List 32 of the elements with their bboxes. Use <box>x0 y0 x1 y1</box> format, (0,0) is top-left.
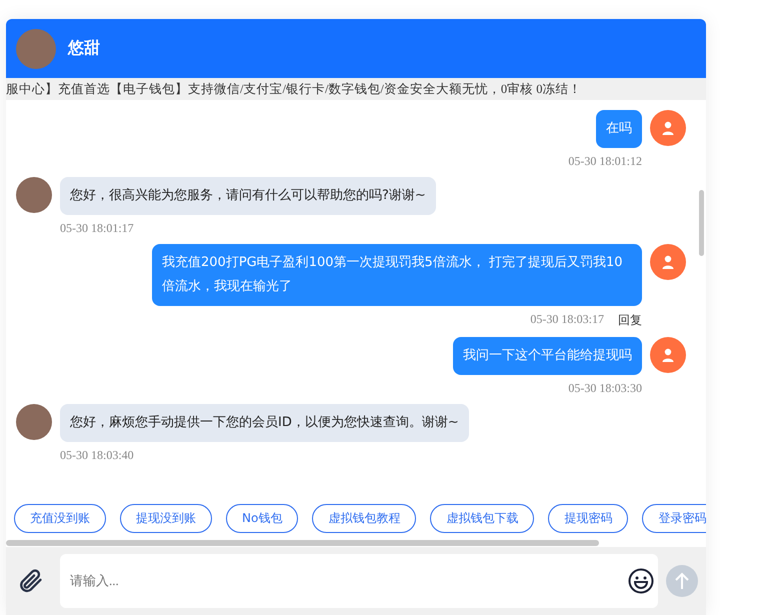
send-button[interactable] <box>666 565 698 597</box>
message-bubble: 我充值200打PG电子盈利100第一次提现罚我5倍流水， 打完了提现后又罚我10倍流水，我现在输光了 <box>152 244 642 306</box>
quick-reply-button[interactable]: 充值没到账 <box>14 504 106 533</box>
message-time: 05-30 18:03:40 <box>60 448 134 463</box>
emoji-icon[interactable] <box>628 568 654 594</box>
notice-text: 服中心】充值首选【电子钱包】支持微信/支付宝/银行卡/数字钱包/资金安全大额无忧，0审核 0冻结！ <box>6 82 582 96</box>
quick-reply-button[interactable]: 提现没到账 <box>120 504 212 533</box>
message-time: 05-30 18:03:17 <box>530 312 604 328</box>
person-icon <box>660 254 676 270</box>
message-time: 05-30 18:03:30 <box>568 381 642 396</box>
quick-reply-button[interactable]: No钱包 <box>226 504 298 533</box>
quick-reply-button[interactable]: 虚拟钱包下载 <box>430 504 534 533</box>
message-time: 05-30 18:01:17 <box>60 221 134 236</box>
person-icon <box>660 120 676 136</box>
arrow-up-icon <box>674 572 690 590</box>
quick-reply-button[interactable]: 提现密码 <box>548 504 628 533</box>
message-time: 05-30 18:01:12 <box>568 154 642 169</box>
quick-reply-button[interactable]: 登录密码 <box>642 504 706 533</box>
message-bubble: 我问一下这个平台能给提现吗 <box>453 337 642 375</box>
message-bubble: 您好，很高兴能为您服务，请问有什么可以帮助您的吗?谢谢~ <box>60 177 436 215</box>
agent-avatar <box>16 404 52 440</box>
message-bubble: 您好，麻烦您手动提供一下您的会员ID，以便为您快速查询。谢谢~ <box>60 404 469 442</box>
message-input[interactable]: 请输入... <box>60 554 658 608</box>
reply-link[interactable]: 回复 <box>618 312 642 329</box>
agent-avatar <box>16 177 52 213</box>
scrollbar-thumb[interactable] <box>6 540 599 546</box>
message-bubble: 在吗 <box>596 110 642 148</box>
agent-avatar <box>16 28 56 68</box>
quick-reply-button[interactable]: 虚拟钱包教程 <box>312 504 416 533</box>
scrollbar-thumb[interactable] <box>699 190 704 256</box>
agent-name: 悠甜 <box>68 38 100 59</box>
person-icon <box>660 347 676 363</box>
